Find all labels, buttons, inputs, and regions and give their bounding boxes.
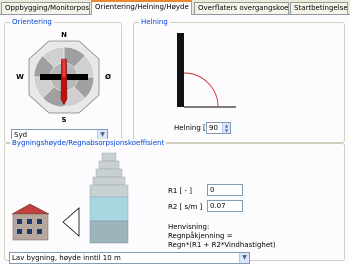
r1-label: R1 [ - ] bbox=[168, 187, 192, 195]
building-title: Bygningshøyde/Regnabsorpsjonskoeffisient bbox=[10, 139, 167, 148]
r1-field[interactable]: 0 bbox=[207, 184, 243, 196]
tilt-stepper[interactable]: 90 ▲ ▼ bbox=[206, 122, 231, 134]
compass-west-label: W bbox=[16, 73, 24, 81]
compass-south-label: S bbox=[61, 116, 66, 124]
tab-surface-coefficients[interactable]: Overflaters overgangskoeff. bbox=[194, 2, 289, 14]
tilt-diagram bbox=[177, 33, 236, 108]
tab-start-conditions[interactable]: Startbetingelser bbox=[290, 2, 348, 14]
tall-building-icon bbox=[89, 152, 129, 244]
low-building-icon bbox=[11, 203, 80, 241]
building-height-value: Lav bygning, høyde inntil 10 m bbox=[12, 254, 121, 262]
r2-label: R2 [ s/m ] bbox=[168, 203, 203, 211]
orientation-title: Orientering bbox=[10, 18, 54, 27]
tilt-group: Helning Helning [°] 90 ▲ ▼ bbox=[133, 18, 345, 143]
spinner-arrows-icon[interactable]: ▲ ▼ bbox=[222, 123, 230, 133]
reference-note-heading: Henvisning: bbox=[168, 223, 210, 231]
tab-orientation-tilt-height[interactable]: Orientering/Helning/Høyde bbox=[91, 0, 192, 15]
compass-east-label: Ø bbox=[105, 73, 111, 81]
chevron-down-icon[interactable]: ▼ bbox=[239, 253, 249, 263]
orientation-group: Orientering N S W Ø Syd ▼ bbox=[4, 18, 122, 143]
tab-bar: Oppbygging/Monitorposisjoner Orientering… bbox=[0, 0, 350, 15]
compass-rose[interactable]: N S W Ø bbox=[13, 29, 115, 125]
tilt-value: 90 bbox=[209, 124, 218, 132]
building-group: Bygningshøyde/Regnabsorpsjonskoeffisient bbox=[4, 139, 345, 264]
direction-select-value: Syd bbox=[14, 131, 28, 139]
tab-construction-monitors[interactable]: Oppbygging/Monitorposisjoner bbox=[1, 2, 90, 14]
building-height-select[interactable]: Lav bygning, høyde inntil 10 m ▼ bbox=[9, 252, 250, 264]
r2-field[interactable]: 0.07 bbox=[207, 200, 243, 212]
tilt-title: Helning bbox=[139, 18, 170, 27]
tab-panel: Orientering N S W Ø Syd ▼ Helning Helnin… bbox=[0, 14, 350, 264]
reference-note-formula-b: Regn*(R1 + R2*Vindhastighet) bbox=[168, 241, 276, 249]
reference-note-formula-a: Regnpåkjenning = bbox=[168, 232, 233, 240]
compass-north-label: N bbox=[61, 31, 67, 39]
